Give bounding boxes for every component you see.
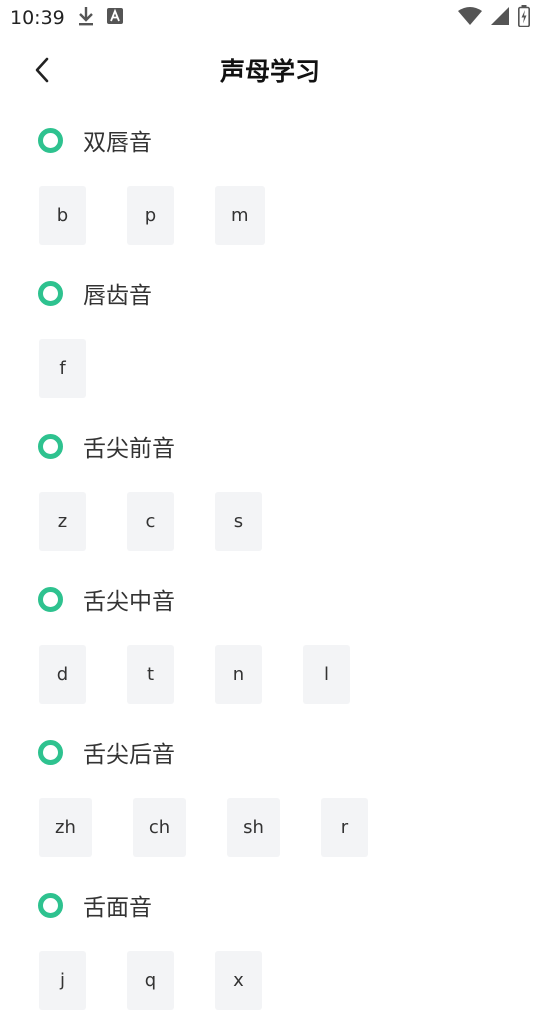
key-row: z c s	[0, 474, 540, 571]
wifi-icon	[458, 7, 482, 29]
initial-key-c[interactable]: c	[127, 492, 174, 551]
initial-key-z[interactable]: z	[39, 492, 86, 551]
ring-dot-icon	[38, 586, 63, 612]
initial-key-p[interactable]: p	[127, 186, 174, 245]
initial-key-s[interactable]: s	[215, 492, 262, 551]
page-title: 声母学习	[219, 57, 320, 86]
initial-key-b[interactable]: b	[39, 186, 86, 245]
section-header: 舌尖后音	[0, 724, 540, 780]
section-title: 舌尖中音	[83, 589, 175, 615]
section-apical-front: 舌尖前音 z c s	[0, 418, 540, 571]
status-bar: 10:39	[0, 0, 540, 36]
status-time: 10:39	[10, 7, 65, 29]
app-header: 声母学习	[0, 40, 540, 104]
key-row: zh ch sh r	[0, 780, 540, 877]
initial-key-zh[interactable]: zh	[39, 798, 92, 857]
download-icon	[77, 5, 95, 31]
section-apical-middle: 舌尖中音 d t n l	[0, 571, 540, 724]
key-row: f	[0, 321, 540, 418]
initial-key-d[interactable]: d	[39, 645, 86, 704]
section-title: 舌面音	[83, 895, 152, 921]
section-header: 双唇音	[0, 112, 540, 168]
a-badge-icon	[106, 8, 123, 28]
initial-key-f[interactable]: f	[39, 339, 86, 398]
section-title: 舌尖前音	[83, 436, 175, 462]
key-row: j q x	[0, 933, 540, 1030]
status-left: 10:39	[10, 5, 123, 31]
initial-key-sh[interactable]: sh	[227, 798, 280, 857]
initial-key-n[interactable]: n	[215, 645, 262, 704]
battery-charging-icon	[518, 5, 530, 31]
initial-key-m[interactable]: m	[215, 186, 265, 245]
initial-key-l[interactable]: l	[303, 645, 350, 704]
key-row: b p m	[0, 168, 540, 265]
section-header: 舌尖前音	[0, 418, 540, 474]
section-header: 唇齿音	[0, 265, 540, 321]
status-right	[458, 5, 530, 31]
ring-dot-icon	[38, 433, 63, 459]
section-header: 舌尖中音	[0, 571, 540, 627]
section-title: 舌尖后音	[83, 742, 175, 768]
section-labiodental: 唇齿音 f	[0, 265, 540, 418]
ring-dot-icon	[38, 739, 63, 765]
ring-dot-icon	[38, 280, 63, 306]
initial-key-t[interactable]: t	[127, 645, 174, 704]
section-bilabial: 双唇音 b p m	[0, 112, 540, 265]
section-dorsal: 舌面音 j q x	[0, 877, 540, 1030]
initials-list: 双唇音 b p m 唇齿音 f 舌尖前音 z c s 舌尖中音 d t n l …	[0, 112, 540, 1030]
section-header: 舌面音	[0, 877, 540, 933]
section-title: 双唇音	[83, 130, 152, 156]
section-title: 唇齿音	[83, 283, 152, 309]
key-row: d t n l	[0, 627, 540, 724]
ring-dot-icon	[38, 892, 63, 918]
section-apical-back: 舌尖后音 zh ch sh r	[0, 724, 540, 877]
ring-dot-icon	[38, 127, 63, 153]
signal-icon	[490, 6, 510, 30]
initial-key-ch[interactable]: ch	[132, 798, 187, 857]
initial-key-r[interactable]: r	[320, 798, 368, 857]
